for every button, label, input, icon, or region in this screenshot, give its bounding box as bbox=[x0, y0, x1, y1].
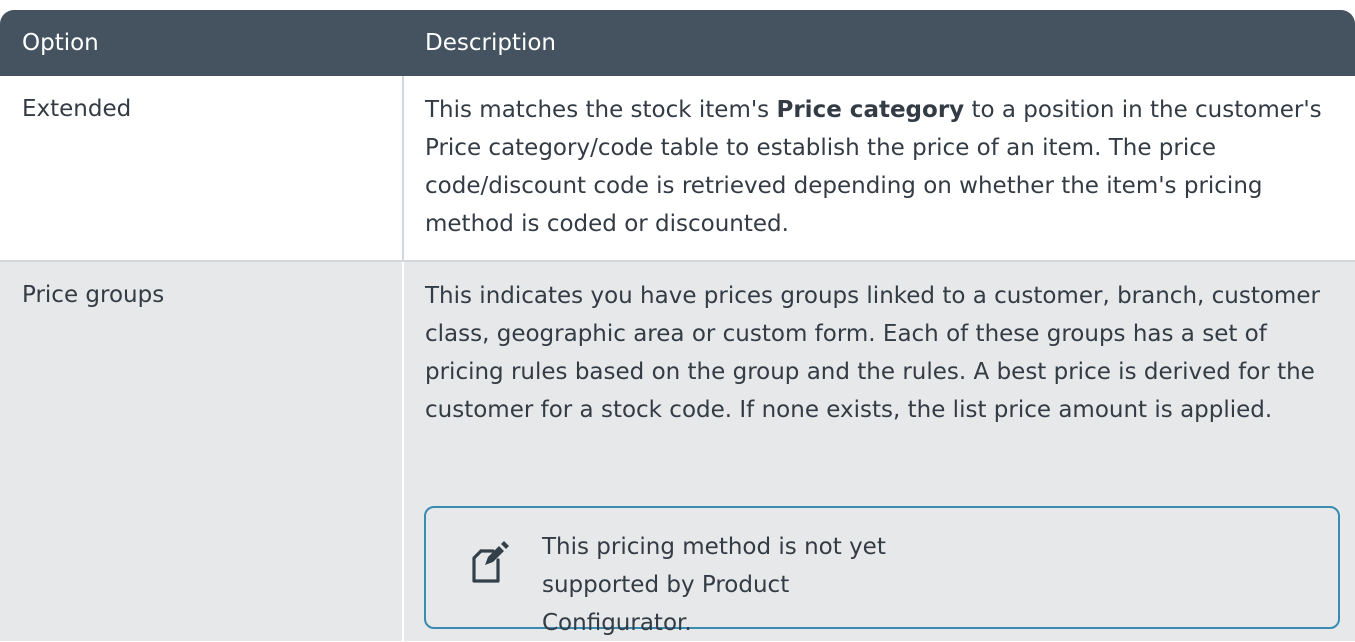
note-box: This pricing method is not yet supported… bbox=[424, 506, 1340, 636]
column-divider bbox=[402, 262, 404, 641]
option-cell: Price groups bbox=[22, 282, 165, 308]
table-row: Extended This matches the stock item's P… bbox=[0, 76, 1355, 262]
description-cell: This indicates you have prices groups li… bbox=[425, 283, 1320, 423]
option-cell: Extended bbox=[22, 96, 132, 122]
table-header: Option Description bbox=[0, 10, 1355, 76]
header-option: Option bbox=[22, 30, 99, 56]
table-row: Price groups This indicates you have pri… bbox=[0, 262, 1355, 641]
header-description: Description bbox=[425, 30, 556, 56]
field-name-bold: Price category bbox=[776, 97, 965, 123]
note-pencil-icon bbox=[471, 538, 509, 584]
note-text: This pricing method is not yet supported… bbox=[542, 534, 886, 636]
options-table: Option Description Extended This matches… bbox=[0, 0, 1355, 641]
column-divider bbox=[402, 76, 404, 260]
description-cell: This matches the stock item's Price cate… bbox=[425, 91, 1335, 243]
description-text: This matches the stock item's bbox=[425, 97, 777, 123]
